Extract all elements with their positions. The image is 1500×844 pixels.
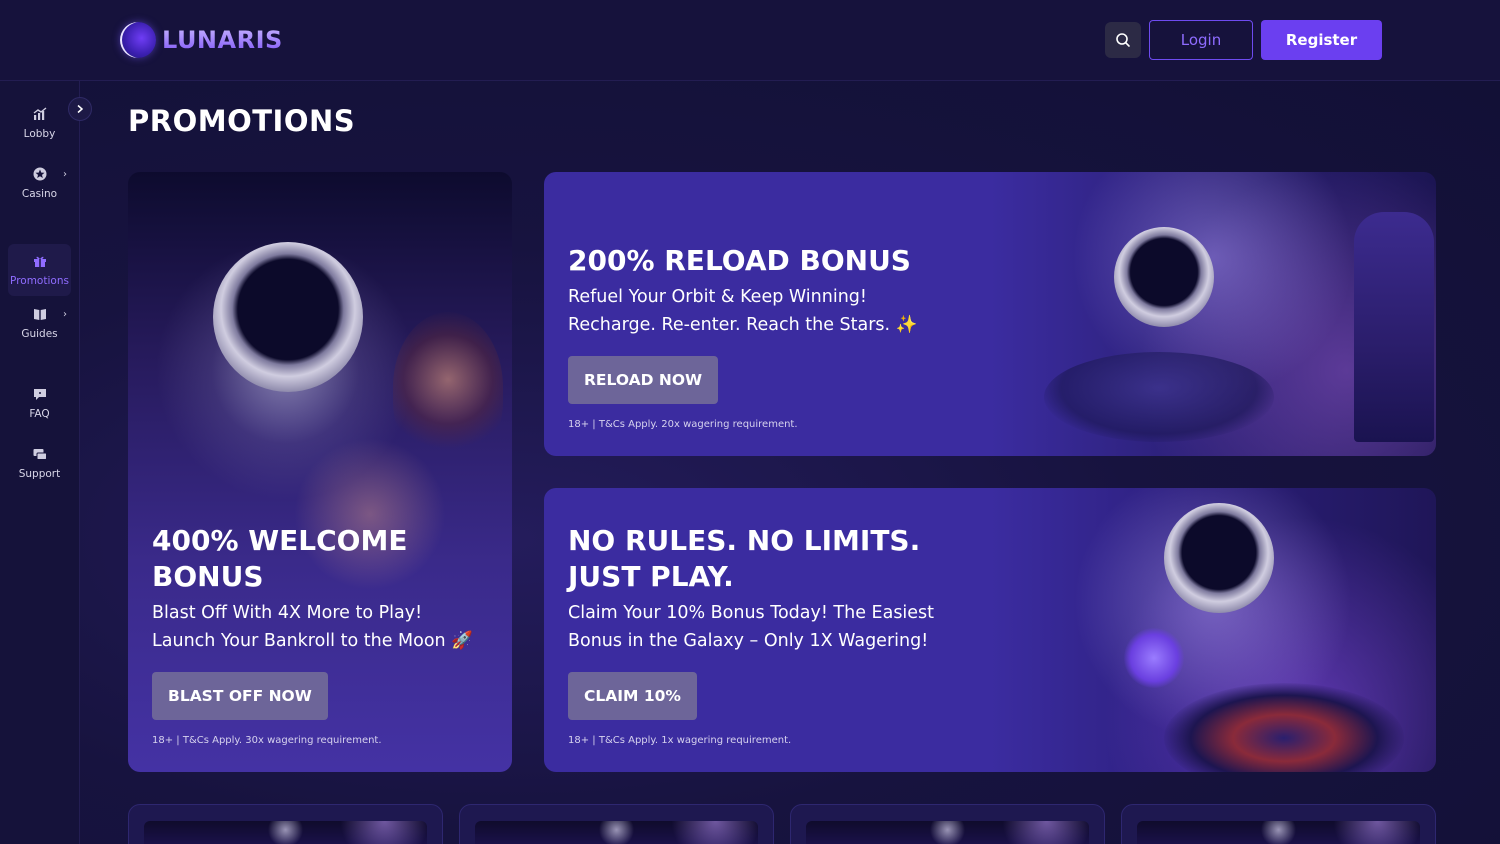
promo-card-mini[interactable]	[790, 804, 1105, 844]
promo-terms: 18+ | T&Cs Apply. 1x wagering requiremen…	[568, 735, 792, 746]
sidebar-item-lobby[interactable]: Lobby	[8, 97, 71, 149]
gift-icon	[32, 253, 48, 269]
sidebar-item-guides[interactable]: › Guides	[8, 297, 71, 349]
sidebar-item-label: FAQ	[29, 408, 50, 420]
book-icon	[32, 306, 48, 322]
register-button[interactable]: Register	[1261, 20, 1382, 60]
moon-logo-icon	[120, 22, 156, 58]
blast-off-button[interactable]: BLAST OFF NOW	[152, 672, 328, 720]
chevron-right-icon: ›	[63, 169, 67, 180]
astronaut-illustration	[213, 242, 363, 392]
promo-card-mini[interactable]	[128, 804, 443, 844]
casino-chip-icon	[32, 166, 48, 182]
promo-subtitle: Blast Off With 4X More to Play! Launch Y…	[152, 603, 473, 651]
sidebar-item-promotions[interactable]: Promotions	[8, 244, 71, 296]
promo-title: 200% RELOAD BONUS	[568, 244, 911, 277]
casino-table-illustration	[1044, 352, 1274, 442]
promo-image	[475, 821, 758, 844]
promo-card-reload[interactable]: 200% RELOAD BONUS Refuel Your Orbit & Ke…	[544, 172, 1436, 456]
slot-machine-illustration	[1354, 212, 1434, 442]
claim-button[interactable]: CLAIM 10%	[568, 672, 697, 720]
sidebar-toggle-button[interactable]	[68, 97, 92, 121]
promo-title: 400% WELCOME BONUS	[152, 524, 408, 593]
sidebar-item-label: Lobby	[23, 128, 56, 140]
chevron-right-icon: ›	[63, 309, 67, 320]
promo-terms: 18+ | T&Cs Apply. 30x wagering requireme…	[152, 735, 382, 746]
woman-illustration	[393, 312, 503, 462]
sidebar-item-label: Casino	[21, 188, 58, 200]
search-icon	[1116, 33, 1130, 47]
chat-icon	[32, 386, 48, 402]
sidebar-item-casino[interactable]: › Casino	[8, 157, 71, 209]
poker-chip-illustration	[1124, 628, 1184, 688]
reload-now-button[interactable]: RELOAD NOW	[568, 356, 719, 404]
promo-card-mini[interactable]	[1121, 804, 1436, 844]
logo[interactable]: LUNARIS	[120, 22, 283, 58]
page-title: PROMOTIONS	[128, 104, 356, 138]
sidebar-item-label: Promotions	[10, 275, 69, 287]
search-button[interactable]	[1105, 22, 1141, 58]
roulette-illustration	[1164, 683, 1404, 772]
sidebar-item-support[interactable]: Support	[8, 437, 71, 489]
sidebar-item-label: Support	[18, 468, 61, 480]
promo-card-welcome[interactable]: 400% WELCOME BONUS Blast Off With 4X Mor…	[128, 172, 512, 772]
promo-subtitle: Claim Your 10% Bonus Today! The Easiest …	[568, 603, 935, 651]
logo-text: LUNARIS	[162, 26, 283, 54]
promo-card-no-rules[interactable]: NO RULES. NO LIMITS. JUST PLAY. Claim Yo…	[544, 488, 1436, 772]
support-icon	[32, 446, 48, 462]
promo-subtitle: Refuel Your Orbit & Keep Winning! Rechar…	[568, 287, 918, 335]
promo-title: NO RULES. NO LIMITS. JUST PLAY.	[568, 524, 921, 593]
chevron-right-icon	[77, 104, 84, 114]
promo-card-mini[interactable]	[459, 804, 774, 844]
sidebar-item-faq[interactable]: FAQ	[8, 377, 71, 429]
chart-icon	[32, 106, 48, 122]
promo-image	[806, 821, 1089, 844]
astronaut-illustration	[1114, 227, 1214, 327]
promo-terms: 18+ | T&Cs Apply. 20x wagering requireme…	[568, 419, 798, 430]
top-header: LUNARIS Login Register	[0, 0, 1500, 81]
sidebar-item-label: Guides	[21, 328, 58, 340]
promo-image	[144, 821, 427, 844]
astronaut-illustration	[1164, 503, 1274, 613]
login-button[interactable]: Login	[1149, 20, 1253, 60]
promo-image	[1137, 821, 1420, 844]
